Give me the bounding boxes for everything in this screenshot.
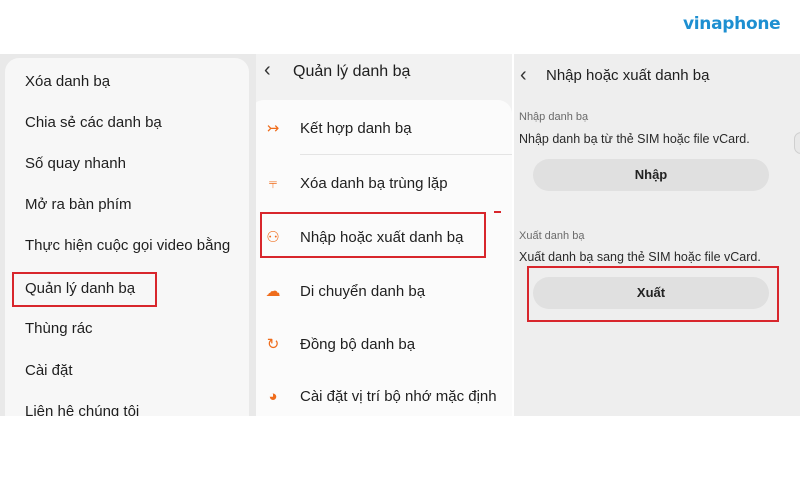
export-section-label: Xuất danh bạ [519,230,585,242]
menu-item-contact-us[interactable]: Liên hệ chúng tôi [25,403,139,416]
highlight-box-import-export [260,212,486,258]
menu-item-trash[interactable]: Thùng rác [25,320,93,337]
menu-item-video-call[interactable]: Thực hiện cuộc gọi video bằng [25,237,230,254]
back-icon[interactable]: ‹ [520,65,527,85]
duplicate-remove-icon: ⫧ [268,175,278,192]
cloud-move-icon: ☁ [265,283,281,300]
row-sync-contacts[interactable]: ↻ Đồng bộ danh bạ [256,324,512,366]
highlight-mark [494,211,501,213]
menu-item-delete-contacts[interactable]: Xóa danh bạ [25,73,110,90]
import-description: Nhập danh bạ từ thẻ SIM hoặc file vCard. [519,132,750,146]
row-remove-duplicates[interactable]: ⫧ Xóa danh bạ trùng lặp [256,163,512,205]
row-label: Xóa danh bạ trùng lặp [300,175,448,192]
import-export-screen: ‹ Nhập hoặc xuất danh bạ Nhập danh bạ Nh… [514,54,800,416]
row-move-contacts[interactable]: ☁ Di chuyển danh bạ [256,271,512,313]
menu-item-speed-dial[interactable]: Số quay nhanh [25,155,126,172]
back-icon[interactable]: ‹ [264,60,271,80]
import-button[interactable]: Nhập [533,159,769,191]
row-default-storage[interactable]: ◕ Cài đặt vị trí bộ nhớ mặc định [256,376,512,416]
divider [300,154,512,155]
page-title: Quản lý danh bạ [293,63,411,80]
import-section-label: Nhập danh bạ [519,111,589,123]
row-merge-contacts[interactable]: ↣ Kết hợp danh bạ [256,108,512,150]
menu-item-open-keypad[interactable]: Mở ra bàn phím [25,196,132,213]
menu-item-settings[interactable]: Cài đặt [25,362,73,379]
storage-location-icon: ◕ [268,388,278,405]
menu-item-share-contacts[interactable]: Chia sẻ các danh bạ [25,114,162,131]
manage-contacts-screen: ‹ Quản lý danh bạ ↣ Kết hợp danh bạ ⫧ Xó… [256,54,512,416]
edge-handle [794,132,800,154]
export-description: Xuất danh bạ sang thẻ SIM hoặc file vCar… [519,250,761,264]
sync-icon: ↻ [266,336,280,353]
highlight-box-export [527,266,779,322]
page-title: Nhập hoặc xuất danh bạ [546,67,710,84]
highlight-box-manage-contacts [12,272,157,307]
row-label: Di chuyển danh bạ [300,283,426,300]
merge-icon: ↣ [266,120,280,137]
vinaphone-logo: vinaphone [683,14,781,34]
row-label: Đồng bộ danh bạ [300,336,416,353]
row-label: Cài đặt vị trí bộ nhớ mặc định [300,388,497,405]
overflow-menu-screen: Xóa danh bạ Chia sẻ các danh bạ Số quay … [0,54,256,416]
row-label: Kết hợp danh bạ [300,120,412,137]
